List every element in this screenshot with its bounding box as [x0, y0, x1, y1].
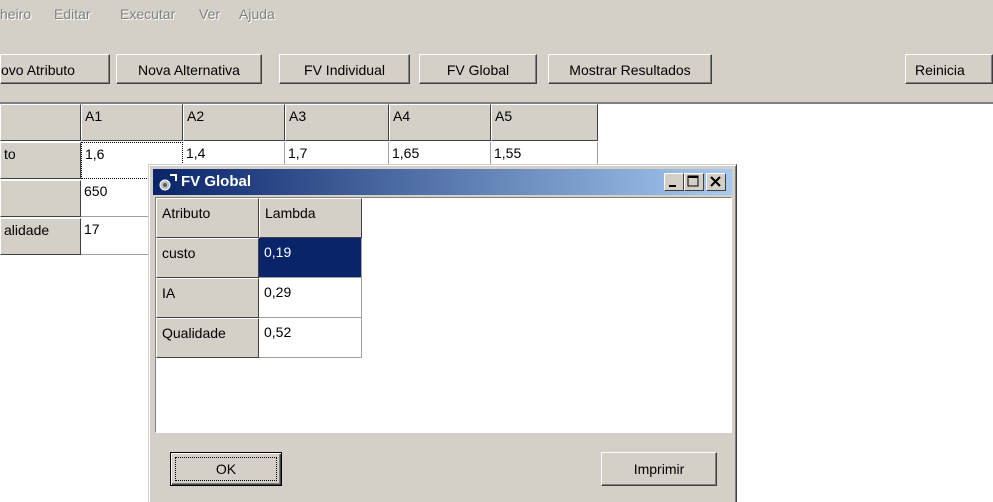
novo-atributo-button[interactable]: ovo Atributo	[0, 54, 110, 84]
close-icon[interactable]	[706, 173, 726, 191]
grid-corner	[0, 104, 81, 141]
grid-row-header[interactable]: to	[0, 142, 81, 179]
menu-editar[interactable]: Editar	[54, 6, 91, 22]
lambda-cell[interactable]: 0,29	[259, 278, 362, 318]
menu-ver[interactable]: Ver	[199, 6, 220, 22]
toolbar: ovo Atributo Nova Alternativa FV Individ…	[0, 30, 993, 104]
mostrar-resultados-button[interactable]: Mostrar Resultados	[548, 54, 712, 84]
header-atributo[interactable]: Atributo	[156, 198, 259, 238]
grid-col-header[interactable]: A5	[491, 104, 598, 141]
grid-row-header[interactable]: alidade	[0, 218, 81, 255]
lambda-cell-selected[interactable]: 0,19	[259, 238, 362, 278]
maximize-icon[interactable]	[684, 173, 704, 191]
menu-ficheiro[interactable]: heiro	[0, 6, 31, 22]
focus-rectangle	[175, 457, 277, 481]
menu-ajuda[interactable]: Ajuda	[239, 6, 275, 22]
grid-col-header[interactable]: A1	[81, 104, 183, 141]
row-label-qualidade[interactable]: Qualidade	[156, 318, 259, 358]
reiniciar-button[interactable]: Reinicia	[905, 54, 993, 84]
fv-individual-button[interactable]: FV Individual	[279, 54, 410, 84]
dialog-titlebar[interactable]: FV Global	[153, 169, 732, 195]
menu-executar[interactable]: Executar	[120, 6, 175, 22]
ok-button[interactable]: OK	[170, 452, 282, 486]
row-label-ia[interactable]: IA	[156, 278, 259, 318]
row-label-custo[interactable]: custo	[156, 238, 259, 278]
header-lambda[interactable]: Lambda	[259, 198, 362, 238]
fv-global-dialog: FV Global Atributo Lambda custo 0,19 IA …	[148, 164, 737, 502]
grid-col-header[interactable]: A4	[389, 104, 491, 141]
grid-row-header[interactable]	[0, 180, 81, 217]
nova-alternativa-button[interactable]: Nova Alternativa	[116, 54, 262, 84]
menu-bar: heiro Editar Executar Ver Ajuda	[0, 0, 993, 30]
grid-col-header[interactable]: A2	[183, 104, 285, 141]
lambda-grid: Atributo Lambda custo 0,19 IA 0,29 Quali…	[155, 197, 732, 433]
lambda-cell[interactable]: 0,52	[259, 318, 362, 358]
fv-global-button[interactable]: FV Global	[419, 54, 537, 84]
grid-col-header[interactable]: A3	[285, 104, 389, 141]
imprimir-button[interactable]: Imprimir	[601, 452, 717, 486]
dialog-title: FV Global	[181, 173, 252, 190]
app-icon	[159, 174, 177, 191]
minimize-icon[interactable]	[664, 173, 684, 191]
